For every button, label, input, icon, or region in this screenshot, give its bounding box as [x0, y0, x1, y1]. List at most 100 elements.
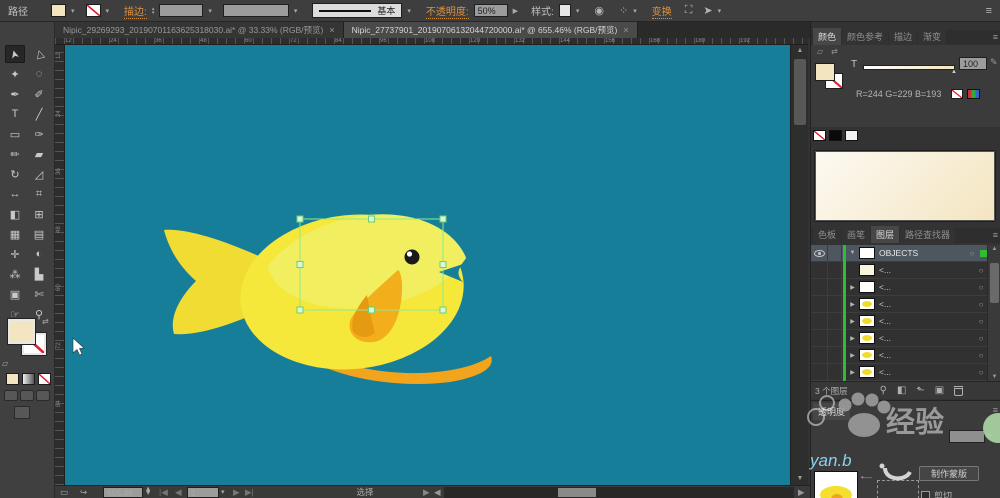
- expand-icon[interactable]: ▶: [846, 352, 859, 359]
- panel-menu-icon[interactable]: ≡: [993, 405, 998, 415]
- column-graph-tool[interactable]: ▙: [29, 265, 49, 283]
- style-dropdown-icon[interactable]: ▾: [576, 7, 580, 15]
- scroll-left-icon[interactable]: ◀: [434, 486, 441, 498]
- isolate-selection-icon[interactable]: ➤: [703, 4, 712, 17]
- rotate-tool[interactable]: ↻: [5, 165, 25, 183]
- width-tool[interactable]: ↔: [5, 185, 25, 203]
- status-expand-icon[interactable]: ▶: [423, 486, 430, 498]
- mask-thumbnail-placeholder[interactable]: [877, 480, 919, 498]
- magic-wand-tool[interactable]: ✦: [5, 65, 25, 83]
- layer-name[interactable]: <...: [875, 282, 975, 292]
- draw-inside-button[interactable]: [36, 390, 50, 401]
- panel-menu-icon[interactable]: ≡: [993, 230, 998, 240]
- scroll-down-icon[interactable]: ▼: [791, 473, 809, 485]
- vertical-scroll-thumb[interactable]: [794, 59, 806, 125]
- layer-row[interactable]: ▶ <... ○: [811, 329, 1000, 347]
- delete-layer-icon[interactable]: [954, 385, 964, 396]
- visibility-toggle[interactable]: [811, 295, 828, 313]
- none-button[interactable]: [38, 373, 51, 385]
- recolor-artwork-icon[interactable]: ◉: [594, 4, 604, 17]
- expand-icon[interactable]: ▼: [846, 250, 859, 256]
- gradient-button[interactable]: [22, 373, 35, 385]
- tab-color[interactable]: 颜色: [813, 28, 842, 45]
- visibility-toggle[interactable]: [811, 261, 828, 279]
- layer-row[interactable]: ▶ <... ○: [811, 312, 1000, 330]
- bounding-box-icon[interactable]: ⛶: [685, 4, 693, 17]
- horizontal-scroll-thumb[interactable]: [558, 488, 596, 497]
- last-artboard-icon[interactable]: ▶|: [245, 486, 254, 498]
- default-fill-stroke-icon[interactable]: ▱: [2, 359, 8, 368]
- opacity-label[interactable]: 不透明度:: [425, 3, 469, 19]
- fill-color-swatch[interactable]: [51, 4, 66, 17]
- profile-dropdown-icon[interactable]: ▾: [294, 7, 298, 15]
- expand-icon[interactable]: ▶: [846, 318, 859, 325]
- visibility-toggle[interactable]: [811, 312, 828, 330]
- tab-gradient[interactable]: 渐变: [918, 28, 947, 45]
- zoom-stepper[interactable]: ▴ ▾: [146, 484, 150, 498]
- opacity-field[interactable]: 50%: [473, 4, 508, 17]
- symbol-sprayer-tool[interactable]: ⁂: [5, 265, 25, 283]
- artboard-canvas[interactable]: [65, 45, 790, 485]
- shape-builder-tool[interactable]: ◧: [5, 205, 25, 223]
- layer-name[interactable]: <...: [875, 350, 975, 360]
- blend-opacity-field[interactable]: [949, 430, 985, 443]
- lock-toggle[interactable]: [828, 329, 842, 347]
- rgb-spectrum-icon[interactable]: [967, 89, 980, 99]
- layer-name[interactable]: <...: [875, 333, 975, 343]
- stroke-color-swatch[interactable]: [85, 4, 101, 17]
- layer-name[interactable]: <...: [875, 316, 975, 326]
- layer-row[interactable]: ▶ <... ○: [811, 363, 1000, 381]
- next-artboard-icon[interactable]: ▶: [233, 486, 240, 498]
- draw-normal-button[interactable]: [4, 390, 18, 401]
- layer-row[interactable]: ▶ <... ○: [811, 295, 1000, 313]
- gradient-tool[interactable]: ▤: [29, 225, 49, 243]
- expand-icon[interactable]: ▶: [846, 284, 859, 291]
- panel-menu-icon[interactable]: ≡: [993, 32, 998, 42]
- doc-profile-icon[interactable]: ▭: [60, 486, 68, 498]
- align-dropdown-icon[interactable]: ▾: [633, 7, 637, 15]
- vertical-ruler[interactable]: 12 24 36 48 60 72 84: [55, 45, 65, 485]
- eraser-tool[interactable]: ▰: [29, 145, 49, 163]
- default-swatch-icon[interactable]: ▱: [817, 47, 823, 56]
- gradient-fill-preview[interactable]: [814, 150, 996, 222]
- none-stop-swatch[interactable]: [813, 130, 826, 141]
- target-icon[interactable]: ○: [975, 283, 987, 292]
- blend-tool[interactable]: ◐: [29, 245, 49, 263]
- line-segment-tool[interactable]: ╱: [29, 105, 49, 123]
- close-icon[interactable]: ×: [623, 25, 628, 35]
- scale-tool[interactable]: ◿: [29, 165, 49, 183]
- tab-color-guide[interactable]: 颜色参考: [842, 28, 889, 45]
- perspective-grid-tool[interactable]: ⊞: [29, 205, 49, 223]
- opacity-stepper-icon[interactable]: ▶: [988, 431, 993, 439]
- scroll-up-icon[interactable]: ▲: [988, 246, 1000, 252]
- lock-toggle[interactable]: [828, 278, 842, 296]
- align-options-icon[interactable]: ⁘: [619, 4, 628, 17]
- layer-row[interactable]: ▶ <... ○: [811, 346, 1000, 364]
- free-transform-tool[interactable]: ⌗: [29, 185, 49, 203]
- stroke-weight-label[interactable]: 描边:: [124, 3, 147, 19]
- fill-swatch[interactable]: [8, 319, 35, 344]
- brush-dropdown-icon[interactable]: ▾: [407, 7, 411, 15]
- target-icon[interactable]: ○: [975, 351, 987, 360]
- tab-layers[interactable]: 图层: [871, 226, 900, 243]
- target-icon[interactable]: ○: [966, 249, 978, 258]
- style-swatch[interactable]: [558, 4, 571, 17]
- target-icon[interactable]: ○: [975, 300, 987, 309]
- layer-thumbnail[interactable]: [859, 332, 875, 344]
- expand-icon[interactable]: ▶: [846, 301, 859, 308]
- target-icon[interactable]: ○: [975, 317, 987, 326]
- direct-selection-tool[interactable]: ▷: [29, 45, 49, 63]
- transform-label[interactable]: 变换: [651, 3, 672, 19]
- fill-dropdown-icon[interactable]: ▾: [71, 7, 75, 15]
- swap-colors-icon[interactable]: ⇄: [831, 47, 838, 56]
- lock-toggle[interactable]: [828, 261, 842, 279]
- scroll-up-icon[interactable]: ▲: [791, 45, 809, 57]
- pencil-tool[interactable]: ✏: [5, 145, 25, 163]
- object-thumbnail[interactable]: [814, 471, 858, 498]
- export-icon[interactable]: ↪: [80, 486, 87, 498]
- layer-thumbnail[interactable]: [859, 349, 875, 361]
- selection-indicator[interactable]: [980, 249, 987, 257]
- horizontal-scrollbar[interactable]: [444, 487, 794, 498]
- variable-width-profile-field[interactable]: [222, 4, 289, 17]
- tab-stroke[interactable]: 描边: [889, 28, 918, 45]
